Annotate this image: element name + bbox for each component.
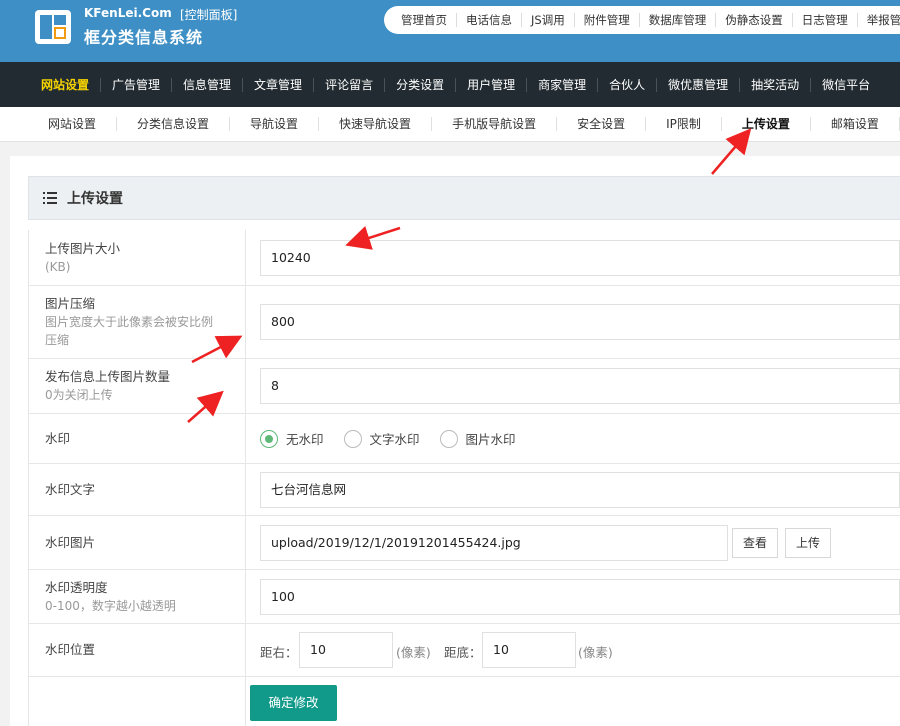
label-watermark: 水印 [45, 430, 71, 446]
tab-ip-limit[interactable]: IP限制 [646, 117, 722, 131]
tab-category-info[interactable]: 分类信息设置 [117, 117, 231, 131]
sub-nav: 网站设置 分类信息设置 导航设置 快速导航设置 手机版导航设置 安全设置 IP限… [0, 107, 900, 142]
hint-image-count: 0为关闭上传 [45, 388, 113, 402]
watermark-radio-group: 无水印 文字水印 图片水印 [260, 414, 536, 463]
label-watermark-text: 水印文字 [45, 481, 96, 497]
right-offset-input[interactable]: 10 [299, 632, 393, 668]
top-link-phone[interactable]: 电话信息 [457, 13, 522, 27]
main-nav-articles[interactable]: 文章管理 [243, 77, 315, 92]
row-image-count: 发布信息上传图片数量 0为关闭上传 8 [28, 359, 900, 414]
row-watermark-image: 水印图片 upload/2019/12/1/20191201455424.jpg… [28, 516, 900, 570]
hint-compress-1: 图片宽度大于此像素会被安比例 [45, 315, 214, 329]
tab-navigation[interactable]: 导航设置 [230, 117, 320, 131]
row-upload-size: 上传图片大小 (KB) 10240 [28, 230, 900, 286]
label-image-count: 发布信息上传图片数量 [45, 369, 171, 384]
radio-unchecked-icon [343, 429, 362, 448]
main-nav-ads[interactable]: 广告管理 [101, 77, 173, 92]
radio-unchecked-icon [439, 429, 458, 448]
label-upload-size: 上传图片大小 [45, 240, 121, 256]
bottom-offset-input[interactable]: 10 [482, 632, 576, 668]
unit-pixels-right: (像素) [396, 645, 431, 660]
row-position: 水印位置 距右： 10 (像素) 距底： 10 (像素) [28, 624, 900, 677]
radio-checked-icon [260, 429, 278, 448]
main-nav-coupons[interactable]: 微优惠管理 [657, 77, 741, 92]
row-watermark: 水印 无水印 文字水印 图片水印 [28, 414, 900, 464]
panel-header: 上传设置 [28, 176, 900, 220]
panel-label: [控制面板] [180, 8, 238, 22]
list-icon [43, 192, 57, 204]
main-nav-partners[interactable]: 合伙人 [598, 77, 658, 92]
top-link-home[interactable]: 管理首页 [392, 13, 457, 27]
tab-security[interactable]: 安全设置 [557, 117, 647, 131]
main-nav-comments[interactable]: 评论留言 [314, 77, 386, 92]
brand-site: KFenLei.Com [84, 6, 172, 20]
tab-site-settings[interactable]: 网站设置 [28, 117, 118, 131]
submit-button[interactable]: 确定修改 [250, 685, 337, 721]
right-label: 距右： [260, 645, 298, 660]
watermark-text-input[interactable]: 七台河信息网 [260, 472, 900, 508]
tab-upload-settings[interactable]: 上传设置 [722, 117, 811, 131]
bottom-label: 距底： [444, 645, 482, 660]
radio-text-watermark[interactable]: 文字水印 [343, 429, 420, 448]
row-opacity: 水印透明度 0-100，数字越小越透明 100 [28, 570, 900, 624]
upload-size-input[interactable]: 10240 [260, 240, 900, 276]
watermark-image-input[interactable]: upload/2019/12/1/20191201455424.jpg [260, 525, 728, 561]
label-position: 水印位置 [45, 642, 96, 657]
main-nav-info[interactable]: 信息管理 [172, 77, 244, 92]
system-name: 框分类信息系统 [84, 28, 204, 47]
top-link-log[interactable]: 日志管理 [793, 13, 858, 27]
main-nav-users[interactable]: 用户管理 [456, 77, 528, 92]
label-watermark-image: 水印图片 [45, 534, 96, 550]
hint-opacity: 0-100，数字越小越透明 [45, 598, 176, 613]
view-button[interactable]: 查看 [732, 528, 779, 558]
top-link-attach[interactable]: 附件管理 [575, 13, 640, 27]
logo-icon [35, 10, 71, 44]
label-compress: 图片压缩 [45, 296, 96, 311]
label-opacity: 水印透明度 [45, 579, 108, 595]
main-nav-categories[interactable]: 分类设置 [385, 77, 457, 92]
tab-email[interactable]: 邮箱设置 [811, 117, 900, 131]
radio-image-watermark[interactable]: 图片水印 [439, 429, 516, 448]
panel-title: 上传设置 [67, 191, 123, 207]
main-nav-site[interactable]: 网站设置 [30, 77, 102, 92]
main-nav-merchants[interactable]: 商家管理 [527, 77, 599, 92]
row-compress: 图片压缩 图片宽度大于此像素会被安比例 压缩 800 [28, 286, 900, 359]
image-count-input[interactable]: 8 [260, 368, 900, 404]
tab-quick-nav[interactable]: 快速导航设置 [319, 117, 433, 131]
main-nav-wechat[interactable]: 微信平台 [811, 78, 881, 92]
tab-mobile-nav[interactable]: 手机版导航设置 [432, 117, 558, 131]
opacity-input[interactable]: 100 [260, 579, 900, 615]
radio-no-watermark[interactable]: 无水印 [260, 429, 324, 448]
unit-pixels-bottom: (像素) [578, 645, 613, 660]
top-link-js[interactable]: JS调用 [522, 13, 575, 27]
main-nav: 网站设置 广告管理 信息管理 文章管理 评论留言 分类设置 用户管理 商家管理 … [0, 62, 900, 107]
row-submit [28, 677, 900, 726]
row-watermark-text: 水印文字 七台河信息网 [28, 464, 900, 516]
hint-upload-size: (KB) [45, 259, 71, 274]
top-link-db[interactable]: 数据库管理 [640, 13, 717, 27]
hint-compress-2: 压缩 [45, 333, 70, 347]
top-link-report[interactable]: 举报管 [858, 13, 900, 27]
top-links: 管理首页 电话信息 JS调用 附件管理 数据库管理 伪静态设置 日志管理 举报管 [384, 6, 900, 34]
header: KFenLei.Com [控制面板] 框分类信息系统 管理首页 电话信息 JS调… [0, 0, 900, 62]
main-nav-lottery[interactable]: 抽奖活动 [740, 77, 812, 92]
top-link-rewrite[interactable]: 伪静态设置 [716, 13, 793, 27]
compress-input[interactable]: 800 [260, 304, 900, 340]
upload-button[interactable]: 上传 [785, 528, 832, 558]
